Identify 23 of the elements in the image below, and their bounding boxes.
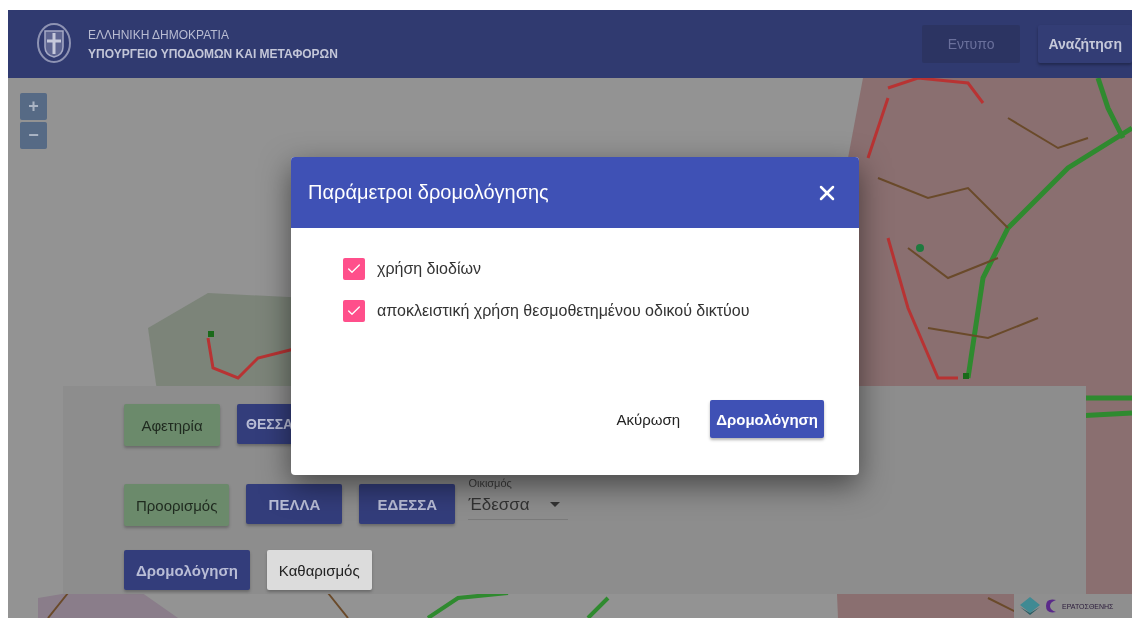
zoom-in-button[interactable]: + — [20, 93, 47, 120]
dialog-title: Παράμετροι δρομολόγησης — [308, 181, 549, 204]
location-label-button[interactable]: Αφετηρία — [124, 404, 220, 446]
layers-icon — [1020, 597, 1040, 615]
route-button[interactable]: Δρομολόγηση — [710, 400, 824, 438]
select-label: Οικισμός — [468, 477, 513, 490]
option-label: αποκλειστική χρήση θεσμοθετημένου οδικού δικτύου — [377, 302, 750, 320]
header-button[interactable]: Αναζήτηση — [1038, 25, 1132, 63]
checkbox[interactable] — [343, 300, 365, 322]
option-label: χρήση διοδίων — [377, 260, 481, 278]
logo-icon — [1044, 598, 1058, 614]
header-subtitle: ΥΠΟΥΡΓΕΙΟ ΥΠΟΔΟΜΩΝ ΚΑΙ ΜΕΤΑΦΟΡΩΝ — [88, 46, 339, 61]
header-title: ΕΛΛΗΝΙΚΗ ΔΗΜΟΚΡΑΤΙΑ — [88, 27, 230, 42]
cancel-button[interactable]: Ακύρωση — [610, 400, 687, 438]
clear-button[interactable]: Καθαρισμός — [266, 550, 372, 590]
caret-icon — [550, 502, 561, 507]
zoom-out-button[interactable]: − — [20, 122, 47, 149]
location-label-button[interactable]: Προορισμός — [124, 484, 230, 526]
action-button[interactable]: Δρομολόγηση — [124, 550, 250, 590]
action-button[interactable]: ΕΔΕΣΣΑ — [359, 484, 456, 524]
settlement-select[interactable]: Έδεσσα — [468, 490, 569, 520]
action-button[interactable]: ΠΕΛΛΑ — [246, 484, 343, 524]
checkbox[interactable] — [343, 258, 365, 280]
